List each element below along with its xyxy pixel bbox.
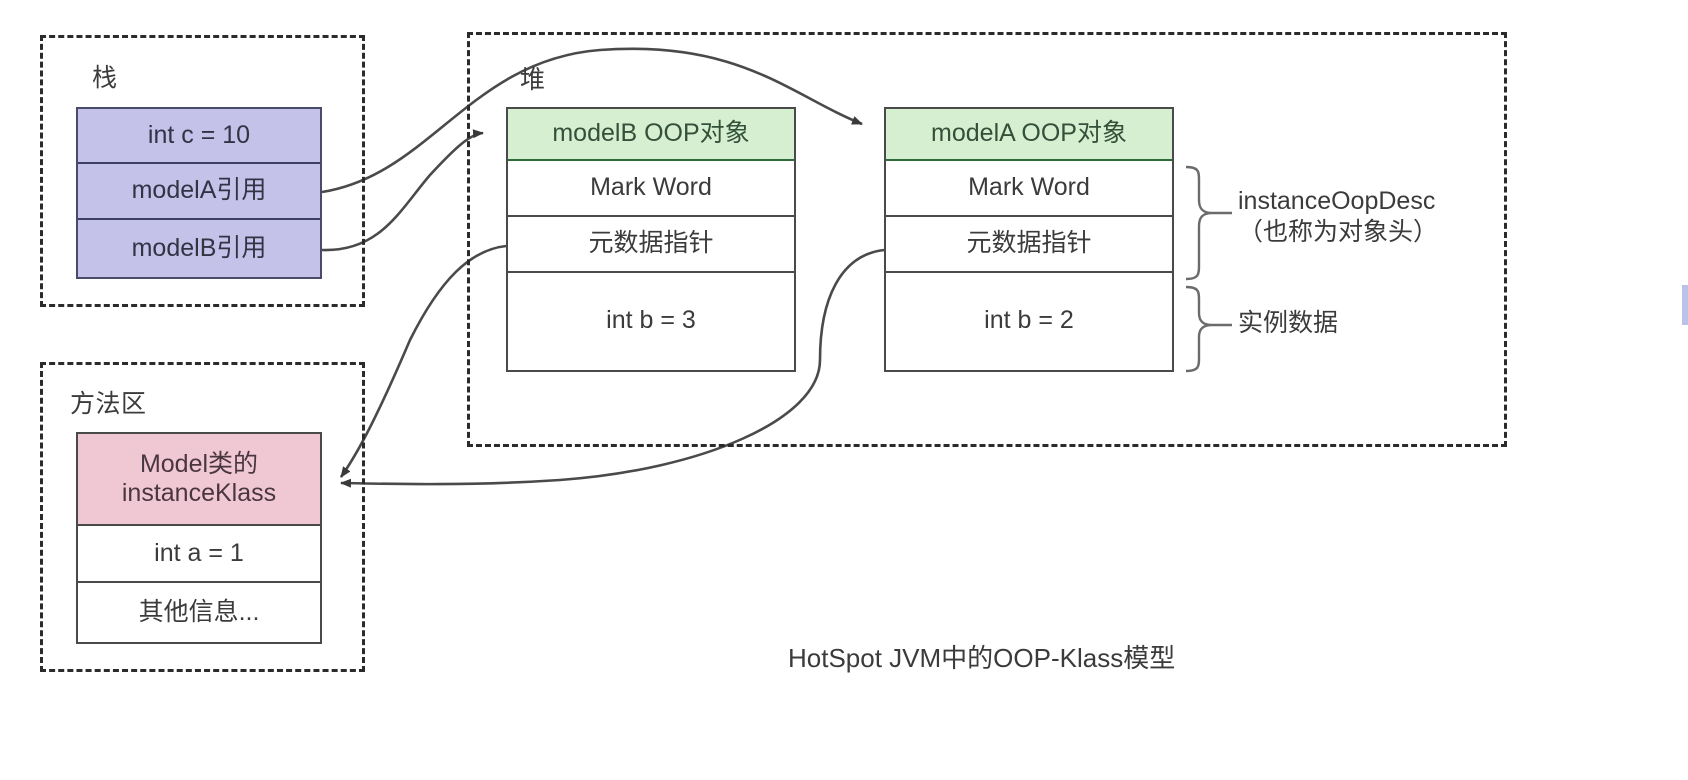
instanceklass-int-a: int a = 1 (78, 526, 320, 584)
stack-row-int-c: int c = 10 (78, 109, 320, 164)
modelA-oop-box: modelA OOP对象 Mark Word 元数据指针 int b = 2 (884, 107, 1174, 372)
instanceklass-header: Model类的 instanceKlass (78, 434, 320, 527)
region-heap-label: 堆 (520, 66, 546, 94)
stack-frame-box: int c = 10 modelA引用 modelB引用 (76, 107, 322, 279)
annotation-instance-data: 实例数据 (1238, 309, 1339, 337)
modelA-metadata-pointer: 元数据指针 (886, 217, 1172, 273)
modelA-oop-header: modelA OOP对象 (886, 109, 1172, 161)
diagram-caption: HotSpot JVM中的OOP-Klass模型 (788, 643, 1176, 673)
modelB-instance-data: int b = 3 (508, 273, 794, 369)
edge-artifact-right (1682, 285, 1688, 325)
modelB-metadata-pointer: 元数据指针 (508, 217, 794, 273)
stack-row-modelB-ref: modelB引用 (78, 220, 320, 278)
modelA-instance-data: int b = 2 (886, 273, 1172, 369)
instanceklass-other-info: 其他信息... (78, 583, 320, 642)
stack-row-modelA-ref: modelA引用 (78, 163, 320, 221)
region-stack-label: 栈 (92, 64, 118, 92)
modelB-mark-word: Mark Word (508, 161, 794, 217)
annotation-object-header: instanceOopDesc （也称为对象头） (1238, 187, 1439, 247)
region-method-area-label: 方法区 (70, 390, 147, 418)
modelB-oop-header: modelB OOP对象 (508, 109, 794, 161)
instanceklass-box: Model类的 instanceKlass int a = 1 其他信息... (76, 432, 322, 644)
modelA-mark-word: Mark Word (886, 161, 1172, 217)
modelB-oop-box: modelB OOP对象 Mark Word 元数据指针 int b = 3 (506, 107, 796, 372)
